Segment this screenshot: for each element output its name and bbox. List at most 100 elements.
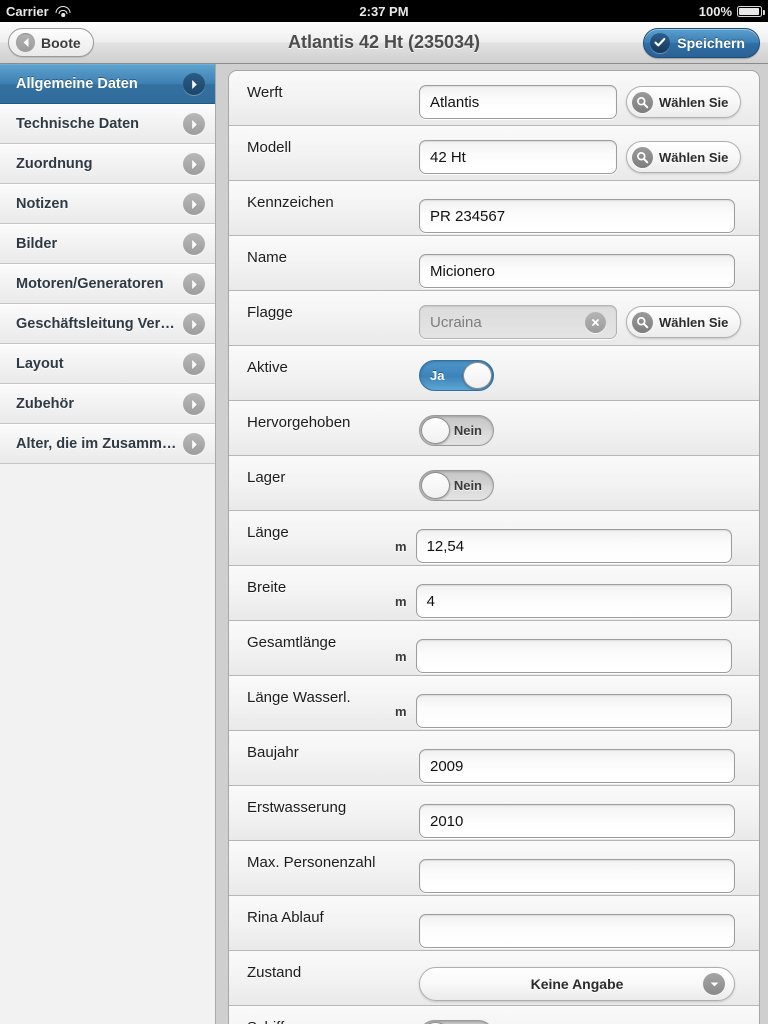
toggle-knob	[421, 417, 450, 444]
chevron-right-icon	[183, 73, 205, 95]
toggle-label: Nein	[453, 478, 482, 493]
text-field[interactable]: 2010	[419, 804, 735, 838]
sidebar-item-4[interactable]: Bilder	[0, 224, 215, 264]
sidebar-item-label: Bilder	[16, 236, 58, 252]
text-field[interactable]: 12,54	[415, 529, 732, 563]
search-icon	[632, 91, 653, 113]
text-field[interactable]	[419, 859, 735, 893]
detail-pane: Werft Atlantis Wählen Sie Modell 42 Ht Wählen…	[216, 64, 768, 1024]
field-control: Nein	[419, 1020, 494, 1024]
field-control: 2009	[419, 749, 735, 783]
form-row: Lager Nein	[229, 456, 759, 511]
chevron-right-icon	[183, 233, 205, 255]
text-field[interactable]	[419, 914, 735, 948]
pick-button-label: Wählen Sie	[659, 94, 729, 110]
wifi-icon	[55, 5, 71, 17]
form-row: Aktive Ja	[229, 346, 759, 401]
sidebar-list: Allgemeine Daten Technische Daten Zuordnun…	[0, 64, 215, 464]
sidebar-item-5[interactable]: Motoren/Generatoren	[0, 264, 215, 304]
form-row: Zustand Keine Angabe	[229, 951, 759, 1006]
battery-icon	[737, 5, 765, 17]
field-control: Atlantis Wählen Sie	[419, 85, 742, 119]
text-field[interactable]	[415, 694, 732, 728]
chevron-down-icon	[703, 973, 725, 995]
sidebar-item-label: Technische Daten	[16, 116, 140, 132]
field-label: Werft	[247, 84, 283, 101]
toggle-switch[interactable]: Nein	[419, 1020, 494, 1024]
chevron-right-icon	[183, 393, 205, 415]
pick-button[interactable]: Wählen Sie	[626, 306, 742, 338]
toggle-switch[interactable]: Nein	[419, 415, 494, 446]
chevron-right-icon	[183, 153, 205, 175]
text-field[interactable]: Atlantis	[419, 85, 617, 119]
text-field-value: 4	[426, 592, 435, 610]
select-button[interactable]: Keine Angabe	[419, 967, 735, 1001]
field-label: Breite	[247, 579, 287, 596]
form-row: Werft Atlantis Wählen Sie	[229, 71, 759, 126]
text-field-value: 12,54	[426, 537, 465, 555]
sidebar-item-3[interactable]: Notizen	[0, 184, 215, 224]
unit-label: m	[395, 593, 407, 609]
text-field-value: 2009	[430, 757, 464, 775]
form-row: Rina Ablauf	[229, 896, 759, 951]
sidebar-item-9[interactable]: Alter, die im Zusamm…	[0, 424, 215, 464]
sidebar-item-0[interactable]: Allgemeine Daten	[0, 64, 215, 104]
sidebar-item-8[interactable]: Zubehör	[0, 384, 215, 424]
sidebar-item-label: Allgemeine Daten	[16, 76, 138, 92]
text-field[interactable]: 42 Ht	[419, 140, 617, 174]
field-label: Max. Personenzahl	[247, 854, 376, 871]
pick-button-label: Wählen Sie	[659, 314, 729, 330]
field-label: Gesamtlänge	[247, 634, 337, 651]
status-bar-clock: 2:37 PM	[359, 3, 409, 19]
sidebar-item-2[interactable]: Zuordnung	[0, 144, 215, 184]
sidebar-item-label: Zuordnung	[16, 156, 93, 172]
field-control: Keine Angabe	[419, 967, 735, 1001]
text-field-value: 42 Ht	[430, 148, 466, 166]
field-label: Rina Ablauf	[247, 909, 324, 926]
field-control: m4	[395, 584, 732, 618]
field-label: Länge Wasserl.	[247, 689, 351, 706]
clear-icon[interactable]	[585, 311, 606, 333]
text-field-value: Ucraina	[430, 313, 482, 331]
unit-label: m	[395, 648, 407, 664]
toggle-switch[interactable]: Ja	[419, 360, 494, 391]
field-control: Ucraina Wählen Sie	[419, 305, 742, 339]
text-field[interactable]	[415, 639, 732, 673]
form-row: Erstwasserung 2010	[229, 786, 759, 841]
text-field-value: PR 234567	[430, 207, 506, 225]
toggle-switch[interactable]: Nein	[419, 470, 494, 501]
field-label: Modell	[247, 139, 292, 156]
unit-label: m	[395, 703, 407, 719]
field-control: PR 234567	[419, 199, 735, 233]
sidebar-item-label: Motoren/Generatoren	[16, 276, 164, 292]
form-row: Name Micionero	[229, 236, 759, 291]
unit-label: m	[395, 538, 407, 554]
form-row: Länge m 12,54	[229, 511, 759, 566]
status-bar-left: Carrier	[6, 4, 71, 19]
form-row: Gesamtlänge m	[229, 621, 759, 676]
back-button[interactable]: Boote	[8, 28, 94, 57]
sidebar-item-7[interactable]: Layout	[0, 344, 215, 384]
chevron-right-icon	[183, 193, 205, 215]
toggle-knob	[421, 472, 450, 499]
carrier-label: Carrier	[6, 3, 49, 19]
text-field[interactable]: 4	[415, 584, 732, 618]
field-label: Baujahr	[247, 744, 299, 761]
search-icon	[632, 146, 653, 168]
pick-button[interactable]: Wählen Sie	[626, 86, 742, 118]
text-field[interactable]: Micionero	[419, 254, 735, 288]
pick-button[interactable]: Wählen Sie	[626, 141, 742, 173]
save-button[interactable]: Speichern	[643, 27, 760, 58]
sidebar-item-6[interactable]: Geschäftsleitung Ver…	[0, 304, 215, 344]
status-bar-right: 100%	[699, 4, 765, 19]
field-control	[419, 914, 735, 948]
field-control: Nein	[419, 470, 494, 501]
text-field[interactable]: Ucraina	[419, 305, 617, 339]
form-row: Breite m 4	[229, 566, 759, 621]
text-field[interactable]: 2009	[419, 749, 735, 783]
sidebar-item-label: Zubehör	[16, 396, 74, 412]
text-field-value: Atlantis	[430, 93, 480, 111]
field-label: Länge	[247, 524, 289, 541]
sidebar-item-1[interactable]: Technische Daten	[0, 104, 215, 144]
text-field[interactable]: PR 234567	[419, 199, 735, 233]
